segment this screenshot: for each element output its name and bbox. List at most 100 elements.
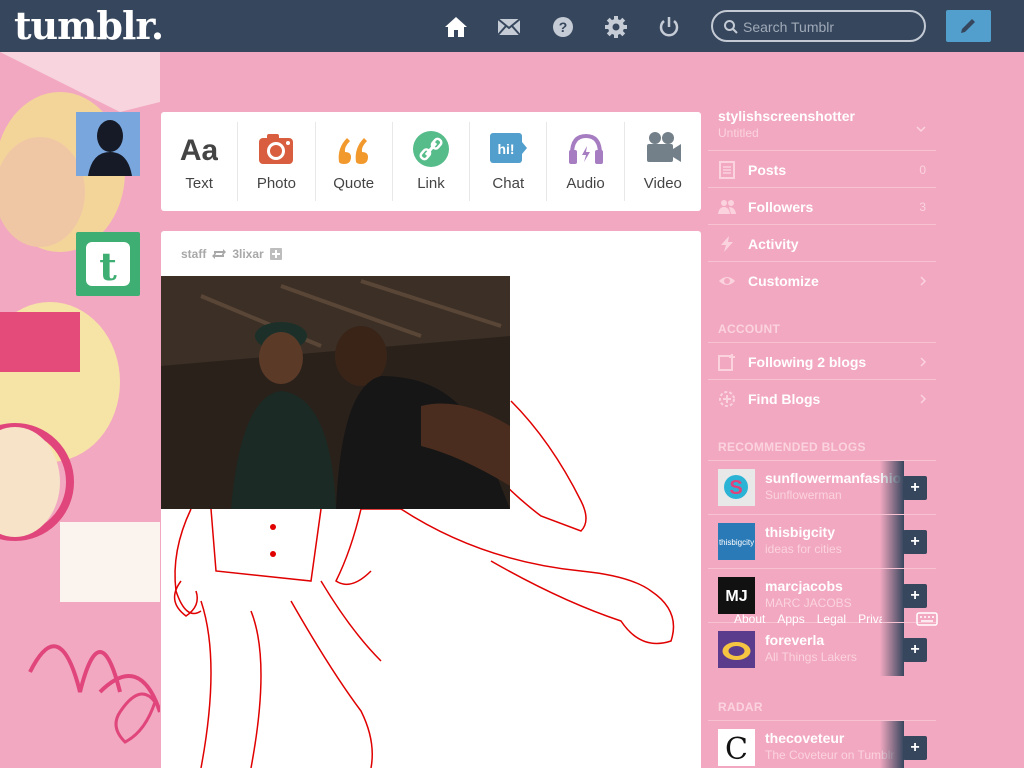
sidebar-item-label: Followers [748, 199, 814, 215]
sidebar-item-find-blogs[interactable]: Find Blogs [708, 379, 936, 416]
radar-blog: C thecoveteur The Coveteur on Tumblr + [708, 720, 936, 768]
sidebar-item-posts[interactable]: Posts 0 [708, 150, 936, 187]
tumblr-t-icon: t [86, 242, 130, 289]
chevron-down-icon[interactable] [916, 124, 926, 134]
svg-text:MJ: MJ [725, 588, 747, 605]
svg-text:t: t [99, 244, 117, 289]
post-type-quote[interactable]: Quote [316, 122, 393, 201]
recommended-blog: thisbigcity thisbigcity ideas for cities… [708, 514, 936, 568]
mail-icon[interactable] [496, 14, 522, 40]
post-type-photo[interactable]: Photo [238, 122, 316, 201]
chat-icon: hi! [490, 133, 528, 163]
sidebar-item-label: Find Blogs [748, 391, 821, 407]
sidebar-item-customize[interactable]: Customize [708, 261, 936, 298]
sidebar-item-following[interactable]: Following 2 blogs [708, 342, 936, 379]
video-camera-icon [646, 132, 681, 162]
svg-text:Aa: Aa [180, 134, 218, 167]
camera-icon [259, 134, 294, 164]
fade-overlay [880, 569, 904, 622]
post-type-label: Audio [566, 175, 605, 192]
footer-link-about[interactable]: About [734, 612, 765, 626]
chevron-right-icon [920, 394, 927, 404]
footer-link-privacy[interactable]: Privacy [858, 612, 882, 626]
eye-icon [719, 277, 735, 285]
follow-button[interactable]: + [903, 638, 927, 662]
post-type-video[interactable]: Video [625, 122, 701, 201]
follow-button[interactable]: + [903, 736, 927, 760]
post-type-label: Link [417, 175, 445, 192]
recommended-blog: S sunflowermanfashion Sunflowerman + [708, 460, 936, 514]
account-heading: ACCOUNT [718, 322, 781, 336]
post-type-label: Text [185, 175, 213, 192]
footer-link-legal[interactable]: Legal [817, 612, 846, 626]
footer-links: About Apps Legal Privacy [734, 612, 882, 626]
top-navigation-bar: tumblr. ? [0, 0, 1024, 52]
home-icon[interactable] [443, 14, 469, 40]
sidebar-item-activity[interactable]: Activity [708, 224, 936, 261]
fade-overlay [880, 461, 904, 514]
post-type-text[interactable]: Aa Text [161, 122, 239, 201]
follow-button[interactable]: + [903, 584, 927, 608]
pencil-icon [961, 19, 975, 33]
dashboard-sidebar: stylishscreenshotter Untitled Posts 0 Fo… [708, 100, 938, 768]
find-blogs-icon [719, 391, 735, 407]
user-avatar[interactable] [76, 112, 140, 176]
chevron-right-icon [920, 276, 927, 286]
keyboard-shortcuts-icon[interactable] [916, 612, 938, 626]
sidebar-item-label: Customize [748, 273, 819, 289]
post-photo[interactable] [161, 276, 510, 509]
fade-overlay [880, 515, 904, 568]
blog-subtitle: Untitled [718, 126, 759, 140]
recommended-heading: RECOMMENDED BLOGS [718, 440, 866, 454]
radar-heading: RADAR [718, 700, 763, 714]
svg-text:S: S [729, 477, 742, 499]
chevron-right-icon [920, 357, 927, 367]
help-icon[interactable]: ? [550, 14, 576, 40]
post-type-label: Quote [333, 175, 375, 192]
headphones-icon [568, 133, 603, 164]
svg-text:thisbigcity: thisbigcity [719, 538, 754, 547]
post-type-label: Photo [256, 175, 297, 192]
followers-icon [718, 200, 736, 214]
power-icon[interactable] [656, 14, 682, 40]
following-icon [718, 354, 735, 371]
sidebar-item-followers[interactable]: Followers 3 [708, 187, 936, 224]
blog-avatar[interactable]: MJ [718, 577, 755, 614]
search-icon [724, 20, 738, 34]
post-type-link[interactable]: Link [393, 122, 471, 201]
dashboard-post: staff 3lixar [161, 231, 701, 768]
post-type-audio[interactable]: Audio [547, 122, 625, 201]
sidebar-item-label: Posts [748, 162, 787, 178]
svg-text:hi!: hi! [498, 141, 515, 157]
follow-button[interactable]: + [903, 530, 927, 554]
blog-avatar[interactable] [718, 631, 755, 668]
settings-icon[interactable] [603, 14, 629, 40]
blog-avatar[interactable]: thisbigcity [718, 523, 755, 560]
post-type-chat[interactable]: hi! Chat [470, 122, 548, 201]
staff-avatar[interactable]: t [76, 232, 140, 296]
recommended-blog: foreverla All Things Lakers + [708, 622, 936, 676]
tumblr-logo[interactable]: tumblr. [14, 3, 164, 48]
photo-two-people [161, 276, 510, 509]
sidebar-item-label: Activity [748, 236, 799, 252]
fade-overlay [880, 623, 904, 676]
blog-avatar[interactable]: S [718, 469, 755, 506]
sidebar-item-count: 3 [919, 200, 926, 214]
blog-avatar[interactable]: C [718, 729, 755, 766]
posts-icon [719, 161, 735, 179]
follow-button[interactable]: + [903, 476, 927, 500]
fade-overlay [880, 721, 904, 768]
search-input[interactable] [743, 17, 918, 37]
post-type-bar: Aa Text Photo Quote Link hi! Chat Audio … [161, 112, 701, 211]
svg-text:C: C [725, 732, 748, 766]
footer-link-apps[interactable]: Apps [777, 612, 804, 626]
post-type-label: Video [643, 175, 682, 192]
svg-text:?: ? [559, 19, 568, 35]
sidebar-item-count: 0 [919, 163, 926, 177]
search-box [711, 10, 926, 42]
link-icon [412, 131, 449, 167]
compose-button[interactable] [946, 10, 991, 42]
silhouette-icon [76, 112, 140, 176]
sidebar-item-label: Following 2 blogs [748, 354, 867, 370]
blog-name-link[interactable]: stylishscreenshotter [718, 108, 855, 124]
